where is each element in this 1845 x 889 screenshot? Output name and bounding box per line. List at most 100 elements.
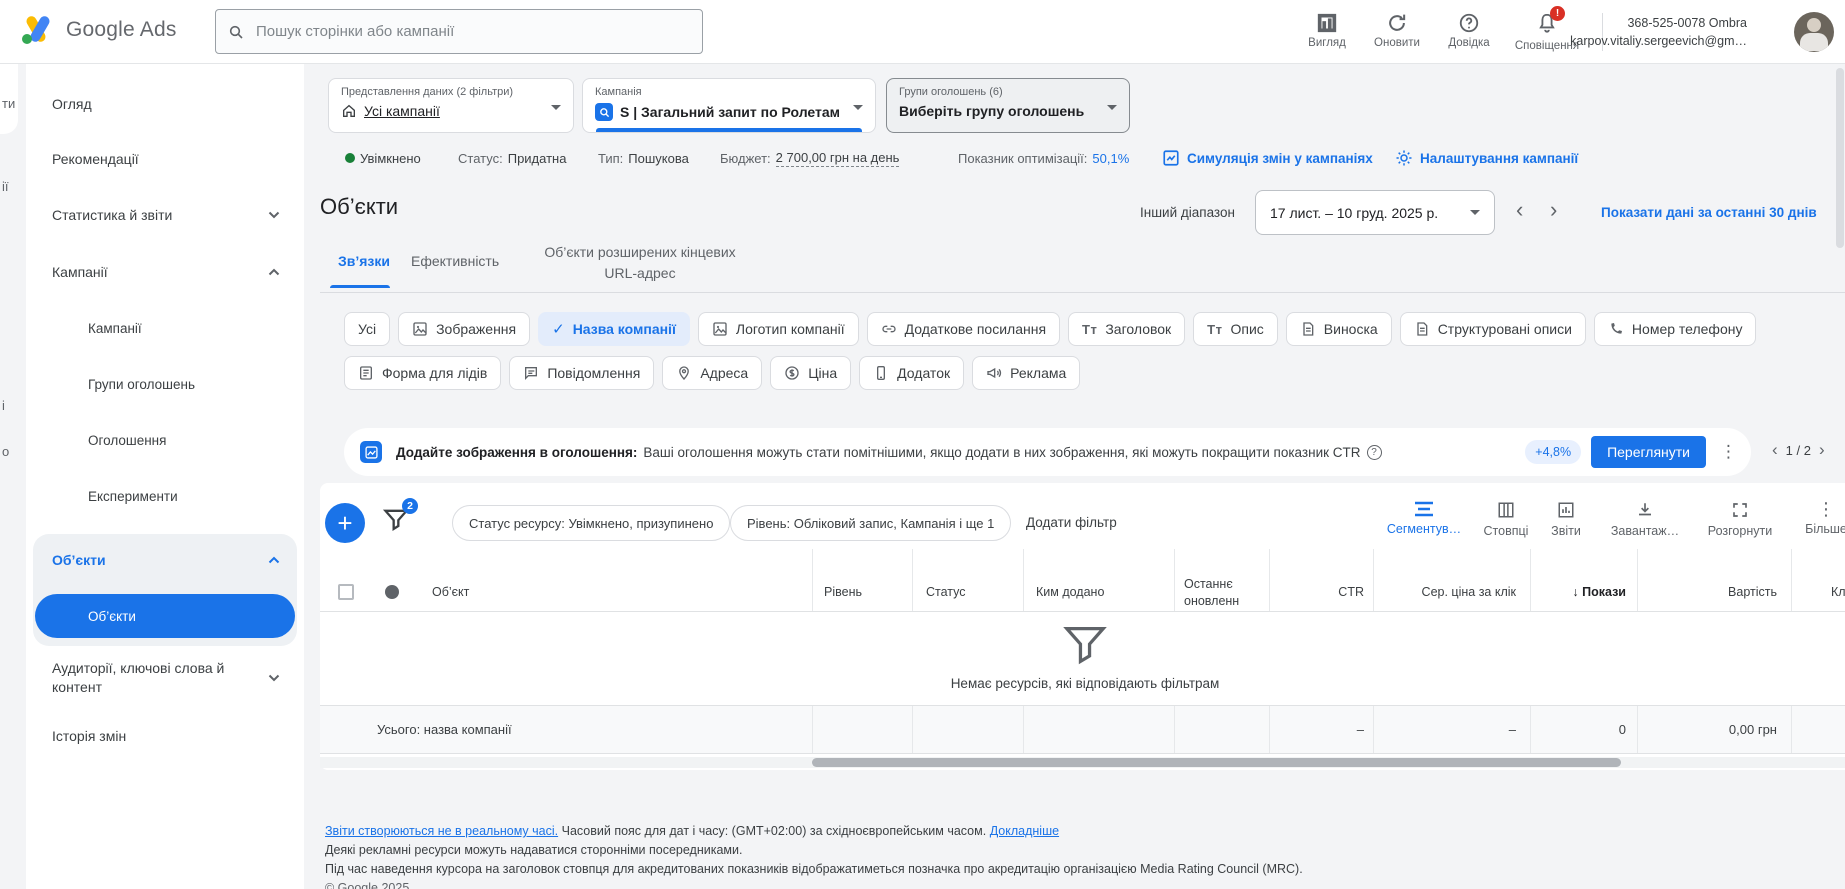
chip-description[interactable]: Tт Опис [1193,312,1278,346]
chip-business-logo[interactable]: Логотип компанії [697,312,859,346]
chip-lead-form[interactable]: Форма для лідів [344,356,502,390]
columns-icon [1498,502,1514,518]
column-header-ctr[interactable]: CTR [1269,585,1364,599]
download-button[interactable]: Завантаж… [1605,501,1685,538]
chip-business-name[interactable]: ✓ Назва компанії [538,312,690,346]
sidebar-section-campaigns[interactable]: Кампанії [26,252,304,292]
learn-more-link[interactable]: Докладніше [990,824,1059,838]
column-header-impressions[interactable]: ↓ Покази [1530,585,1626,599]
sidebar-item-campaigns[interactable]: Кампанії [26,308,304,348]
chip-phone-number[interactable]: Номер телефону [1593,312,1757,346]
sidebar-item-assets-selected[interactable]: Об’єкти [35,594,295,638]
pagination-next-icon[interactable]: › [1819,440,1825,460]
scope-campaign[interactable]: Кампанія S | Загальний запит по Ролетам [582,78,876,133]
refresh-button[interactable]: Оновити [1364,12,1430,49]
chip-images[interactable]: Зображення [398,312,531,346]
reports-button[interactable]: Звіти [1526,501,1606,538]
column-header-clicks-clipped[interactable]: Кл [1831,585,1845,599]
tab-final-url-assets[interactable]: Об’єкти розширених кінцевих URL-адрес [535,242,745,284]
app-logo[interactable]: Google Ads [20,14,177,46]
select-all-checkbox[interactable] [338,584,354,600]
chip-all[interactable]: Усі [344,312,391,346]
chip-price[interactable]: Ціна [770,356,852,390]
search-input[interactable] [254,22,690,41]
column-header-added-by[interactable]: Ким додано [1036,585,1104,599]
date-prev-button[interactable]: ‹ [1516,199,1523,221]
chip-location[interactable]: Адреса [662,356,763,390]
horizontal-scrollbar [320,757,1845,768]
horizontal-scrollbar-thumb[interactable] [812,758,1621,767]
chip-promotion[interactable]: Реклама [972,356,1081,390]
column-header-status[interactable]: Статус [926,585,966,599]
status-circle-icon [385,585,399,599]
chat-icon [525,367,538,380]
column-header-level[interactable]: Рівень [824,585,862,599]
campaign-status: Статус: Придатна [458,150,567,166]
tab-performance[interactable]: Ефективність [411,253,499,269]
pagination-prev-icon[interactable]: ‹ [1772,440,1778,460]
sidebar-item-insights[interactable]: Статистика й звіти [26,195,304,235]
megaphone-icon [987,367,1002,379]
map-pin-icon [679,366,690,380]
date-next-button[interactable]: › [1550,199,1557,221]
scope-ad-group[interactable]: Групи оголошень (6) Виберіть групу оголо… [886,78,1130,133]
date-range-picker[interactable]: 17 лист. – 10 груд. 2025 р. [1255,190,1495,235]
reports-not-realtime-link[interactable]: Звіти створюються не в реальному часі. [325,824,558,838]
view-button[interactable]: Вигляд [1294,12,1360,49]
sidebar-item-ads[interactable]: Оголошення [26,420,304,460]
enabled-label: Увімкнено [360,150,421,166]
document-icon [1303,322,1314,336]
filter-chip-level[interactable]: Рівень: Обліковий запис, Кампанія і ще 1 [730,505,1012,541]
account-info[interactable]: 368-525-0078 Ombra karpov.vitaliy.sergee… [1570,14,1747,50]
simulate-changes-link[interactable]: Симуляція змін у кампаніях [1162,149,1373,167]
sidebar-item-ad-groups[interactable]: Групи оголошень [26,364,304,404]
tab-associations[interactable]: Зв’язки [338,253,390,269]
chip-headline[interactable]: Tт Заголовок [1068,312,1186,346]
chip-message[interactable]: Повідомлення [509,356,655,390]
sort-arrow-icon: ↓ [1572,585,1579,599]
help-circle-icon[interactable]: ? [1366,444,1382,460]
vertical-scrollbar-thumb[interactable] [1836,68,1844,248]
chip-app[interactable]: Додаток [859,356,965,390]
campaign-budget[interactable]: Бюджет: 2 700,00 грн на день [720,149,900,167]
show-last-30-days-link[interactable]: Показати дані за останні 30 днів [1601,205,1817,220]
sidebar-item-overview[interactable]: Огляд [26,84,304,124]
more-button[interactable]: ⋮ Більше [1786,500,1845,536]
column-header-avg-cpc[interactable]: Сер. ціна за клік [1380,585,1516,599]
sidebar-item-audiences[interactable]: Аудиторії, ключові слова й контент [26,652,304,704]
expand-button[interactable]: Розгорнути [1700,501,1780,538]
text-icon: Tт [1082,321,1098,337]
image-icon [713,322,727,336]
global-search[interactable] [215,9,703,54]
chip-structured-snippets[interactable]: Структуровані описи [1399,312,1586,346]
segment-button[interactable]: Сегментув… [1384,501,1464,536]
sidebar-item-experiments[interactable]: Експерименти [26,476,304,516]
avatar[interactable] [1794,12,1834,52]
chip-callout[interactable]: Виноска [1285,312,1392,346]
chevron-up-icon [268,556,280,564]
scope-data-view[interactable]: Представлення даних (2 фільтри) Усі камп… [328,78,574,133]
rail-fragment: ії [2,179,9,194]
filter-chip-resource-status[interactable]: Статус ресурсу: Увімкнено, призупинено [452,505,731,541]
empty-table-message: Немає ресурсів, які відповідають фільтра… [950,676,1220,691]
sidebar-section-assets[interactable]: Об’єкти [26,540,304,580]
campaign-settings-link[interactable]: Налаштування кампанії [1395,149,1578,167]
column-separator [1637,549,1638,611]
add-asset-button[interactable]: + [325,503,365,543]
column-header-last-updated[interactable]: Останнє оновленн [1184,576,1264,610]
filter-count-badge: 2 [402,498,418,514]
column-header-cost[interactable]: Вартість [1645,585,1777,599]
image-icon [413,322,427,336]
sidebar-item-recommendations[interactable]: Рекомендації [26,139,304,179]
chip-sitelink[interactable]: Додаткове посилання [866,312,1061,346]
lead-form-icon [360,366,372,380]
column-header-asset[interactable]: Об’єкт [432,585,469,599]
banner-view-button[interactable]: Переглянути [1591,436,1706,468]
help-button[interactable]: Довідка [1436,12,1502,49]
sidebar-item-change-history[interactable]: Історія змін [26,716,304,756]
tabs-divider [320,292,1845,293]
price-icon [785,366,799,380]
add-filter-button[interactable]: Додати фільтр [1026,515,1117,530]
banner-kebab-icon[interactable]: ⋮ [1720,442,1737,462]
footer: Звіти створюються не в реальному часі. Ч… [325,822,1303,889]
